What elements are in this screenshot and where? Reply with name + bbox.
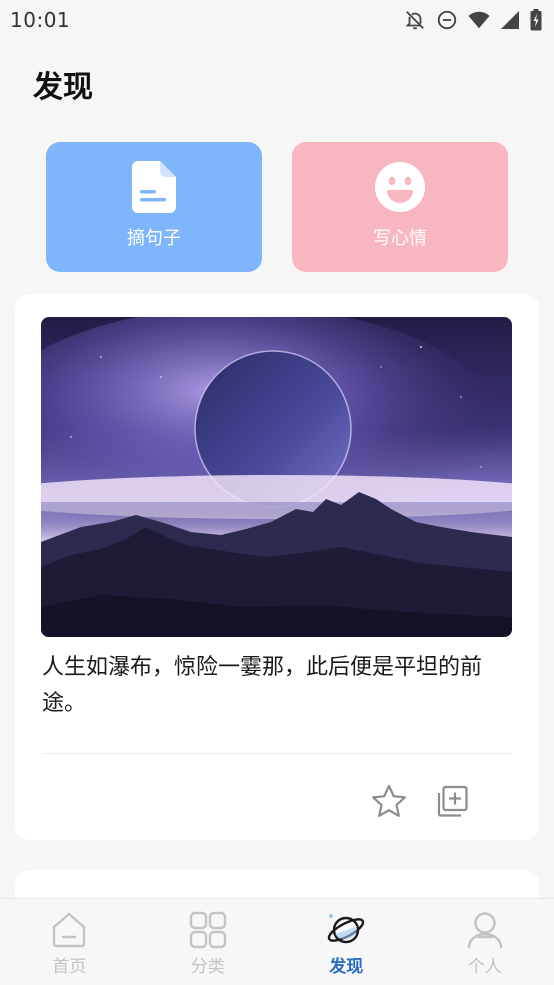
quote-card[interactable]: 人生如瀑布，惊险一霎那，此后便是平坦的前途。 <box>15 294 539 840</box>
document-icon <box>132 160 176 214</box>
nav-item-home[interactable]: 首页 <box>0 899 139 985</box>
add-to-collection-icon[interactable] <box>435 785 469 817</box>
star-icon[interactable] <box>371 784 407 818</box>
status-time: 10:01 <box>10 8 71 32</box>
quote-text: 人生如瀑布，惊险一霎那，此后便是平坦的前途。 <box>42 655 483 716</box>
person-icon <box>466 910 504 950</box>
wifi-icon <box>468 10 490 30</box>
nav-item-profile[interactable]: 个人 <box>416 899 554 985</box>
nav-item-discover[interactable]: 发现 <box>277 899 416 985</box>
excerpt-sentence-label: 摘句子 <box>127 228 181 249</box>
card-divider <box>42 753 512 754</box>
battery-icon <box>530 9 542 31</box>
page-title: 发现 <box>33 70 93 105</box>
write-mood-button[interactable]: 写心情 <box>292 142 508 272</box>
grid-icon <box>189 910 227 950</box>
nav-label-category: 分类 <box>190 957 225 977</box>
status-bar: 10:01 <box>0 0 554 40</box>
card-actions <box>371 784 469 818</box>
do-not-disturb-icon <box>436 9 458 31</box>
write-mood-label: 写心情 <box>373 228 427 249</box>
status-icons <box>404 9 542 31</box>
signal-icon <box>500 10 520 30</box>
nav-label-home: 首页 <box>52 957 87 977</box>
card-image <box>41 317 512 637</box>
excerpt-sentence-button[interactable]: 摘句子 <box>46 142 262 272</box>
bottom-nav: 首页 分类 发现 个人 <box>0 898 554 985</box>
smiley-icon <box>374 160 426 214</box>
home-icon <box>50 910 88 950</box>
planet-icon <box>326 910 366 950</box>
nav-label-profile: 个人 <box>467 957 502 977</box>
nav-label-discover: 发现 <box>329 957 364 977</box>
bell-off-icon <box>404 9 426 31</box>
nav-item-category[interactable]: 分类 <box>139 899 278 985</box>
